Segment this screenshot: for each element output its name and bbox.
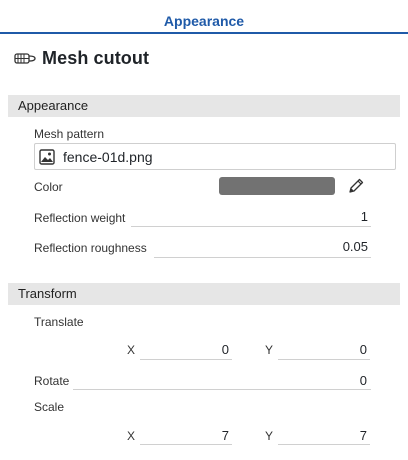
mesh-pattern-label: Mesh pattern [34,127,105,141]
section-transform-label: Transform [18,286,77,301]
translate-y-underline [278,359,370,360]
rotate-label: Rotate [34,374,70,388]
pencil-icon[interactable] [347,177,365,195]
rotate-underline [73,389,371,390]
translate-x-underline [140,359,232,360]
reflection-roughness-underline [154,257,371,258]
tab-appearance[interactable]: Appearance [0,0,408,36]
section-appearance-label: Appearance [18,98,89,113]
scale-x-input[interactable]: 7 [140,428,229,443]
scale-x-label: X [127,429,136,443]
mesh-pattern-value: fence-01d.png [63,149,153,165]
translate-y-label: Y [265,343,274,357]
translate-x-label: X [127,343,136,357]
reflection-roughness-label: Reflection roughness [34,241,147,255]
translate-label: Translate [34,315,84,329]
section-header-appearance[interactable]: Appearance [8,95,400,117]
scale-label: Scale [34,400,65,414]
translate-y-input[interactable]: 0 [278,342,367,357]
section-header-transform[interactable]: Transform [8,283,400,305]
scale-y-underline [278,444,370,445]
feature-title: Mesh cutout [14,46,149,70]
color-label: Color [34,180,63,194]
reflection-weight-label: Reflection weight [34,211,126,225]
scale-y-input[interactable]: 7 [278,428,367,443]
image-file-icon [39,149,55,165]
rotate-input[interactable]: 0 [270,373,367,388]
reflection-weight-underline [131,226,371,227]
translate-x-input[interactable]: 0 [140,342,229,357]
feature-title-text: Mesh cutout [42,47,150,68]
color-swatch[interactable] [219,177,335,195]
reflection-weight-input[interactable]: 1 [270,209,368,224]
tab-active-underline [0,32,408,34]
mesh-cutout-icon [14,53,36,64]
scale-y-label: Y [265,429,274,443]
tab-appearance-label: Appearance [163,13,245,29]
reflection-roughness-input[interactable]: 0.05 [270,239,368,254]
mesh-pattern-field[interactable]: fence-01d.png [34,143,396,170]
scale-x-underline [140,444,232,445]
